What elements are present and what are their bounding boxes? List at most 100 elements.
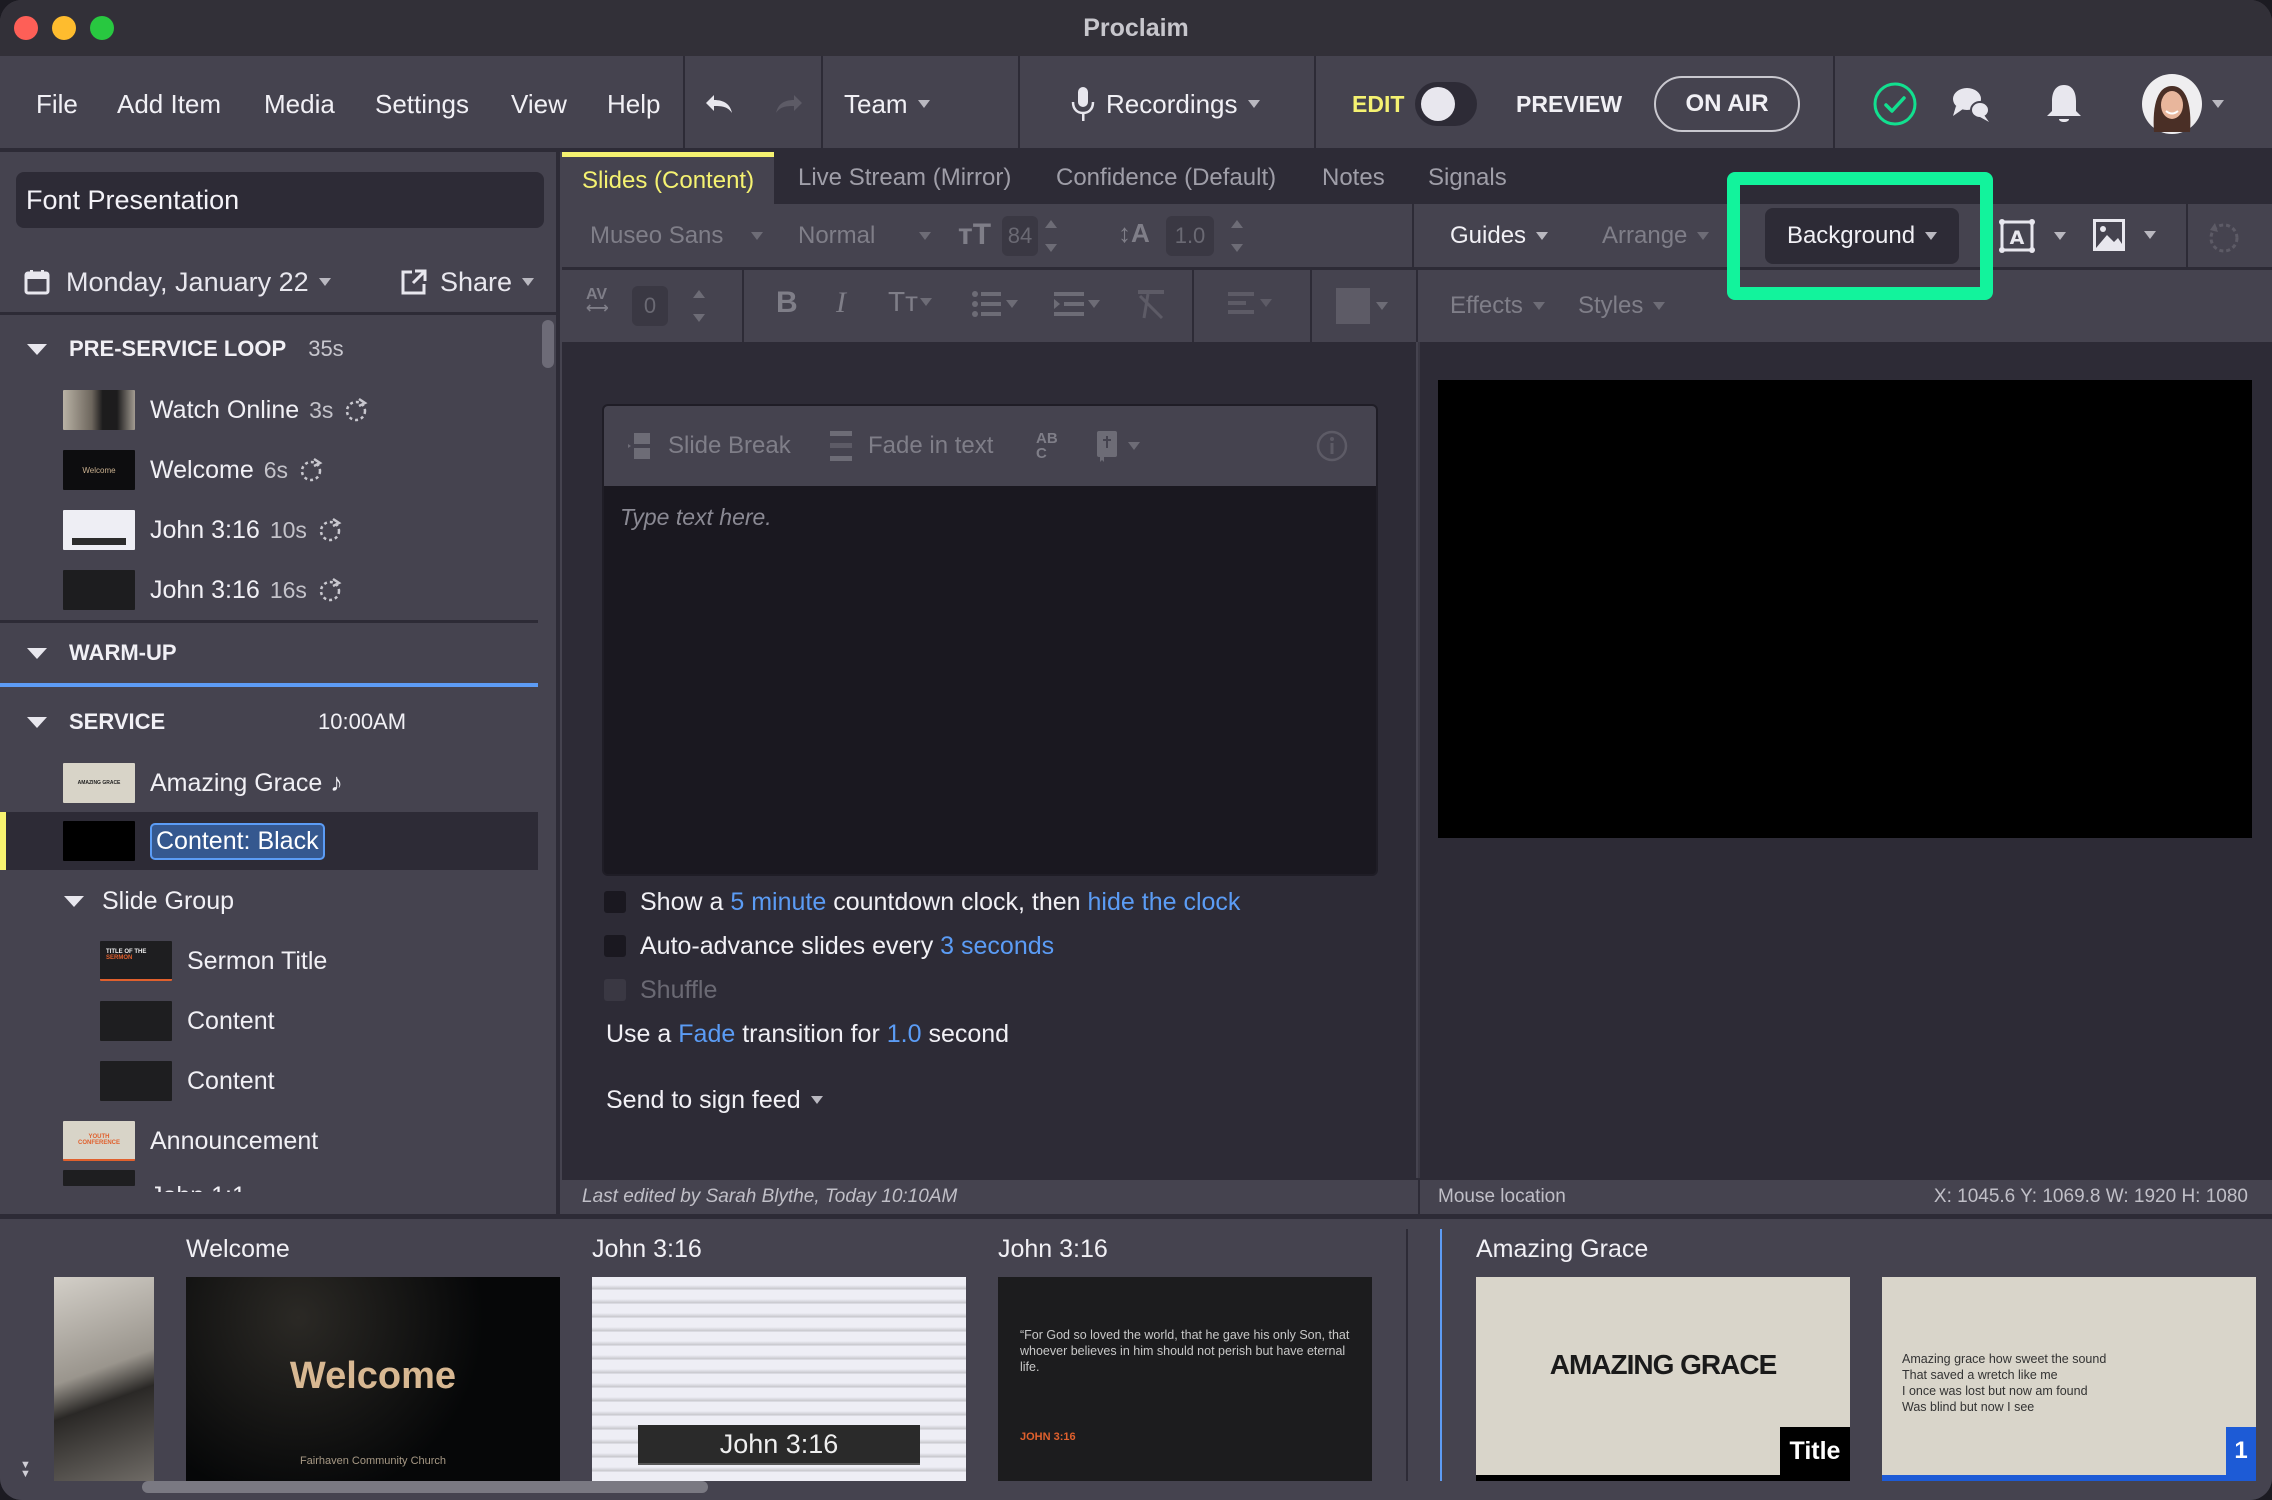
edit-preview-toggle[interactable] — [1415, 82, 1477, 126]
undo-button[interactable] — [702, 56, 736, 152]
tab-slides-content[interactable]: Slides (Content) — [562, 152, 775, 204]
notifications-button[interactable] — [2044, 56, 2084, 152]
close-window-button[interactable] — [14, 16, 38, 40]
list-item[interactable]: Content — [0, 1052, 538, 1110]
chevron-down-icon[interactable] — [2054, 232, 2066, 240]
recordings-dropdown[interactable]: Recordings — [1070, 56, 1260, 152]
menu-help[interactable]: Help — [607, 56, 660, 152]
filmstrip-scrollbar[interactable] — [142, 1481, 708, 1493]
sign-feed-dropdown[interactable]: Send to sign feed — [606, 1080, 823, 1120]
font-size-stepper[interactable] — [1044, 218, 1058, 254]
auto-advance-checkbox[interactable] — [604, 935, 626, 957]
letter-spacing-input[interactable]: 0 — [632, 286, 668, 326]
presentation-title-field[interactable]: Font Presentation — [16, 172, 544, 228]
fade-in-text-button[interactable]: Fade in text — [830, 406, 993, 486]
menu-media[interactable]: Media — [264, 56, 335, 152]
collapse-triangle-icon[interactable] — [27, 647, 47, 659]
spell-check-button[interactable]: AB C — [1036, 406, 1066, 486]
letter-spacing-stepper[interactable] — [692, 288, 706, 324]
on-air-button[interactable]: ON AIR — [1654, 76, 1800, 132]
auto-advance-interval-link[interactable]: 3 seconds — [940, 932, 1054, 961]
date-picker[interactable]: Monday, January 22 — [24, 267, 331, 298]
item-name-input[interactable]: Content: Black — [150, 822, 325, 860]
list-item[interactable]: TITLE OF THE SERMON Sermon Title — [0, 932, 538, 990]
list-item[interactable]: John 1:1 — [0, 1170, 538, 1192]
bold-button[interactable]: B — [776, 286, 798, 320]
chat-button[interactable] — [1950, 56, 1992, 152]
list-item[interactable]: AMAZING GRACE Amazing Grace ♪ — [0, 754, 538, 812]
list-item[interactable]: John 3:16 16s — [0, 561, 538, 619]
font-family-dropdown[interactable]: Museo Sans — [590, 216, 764, 256]
slide-reference: JOHN 3:16 — [1020, 1431, 1076, 1443]
section-service[interactable]: SERVICE 10:00AM — [0, 697, 540, 747]
italic-button[interactable]: I — [836, 286, 846, 320]
countdown-checkbox[interactable] — [604, 891, 626, 913]
slide-text-input[interactable]: Type text here. — [620, 504, 772, 531]
filmstrip-slide[interactable]: “For God so loved the world, that he gav… — [998, 1277, 1372, 1481]
effects-dropdown[interactable]: Effects — [1450, 286, 1545, 326]
menu-add-item[interactable]: Add Item — [117, 56, 221, 152]
bible-button[interactable] — [1096, 406, 1140, 486]
slide-break-button[interactable]: Slide Break — [628, 406, 791, 486]
menu-view[interactable]: View — [511, 56, 567, 152]
slide-group[interactable]: Slide Group — [0, 872, 538, 930]
tab-confidence[interactable]: Confidence (Default) — [1056, 152, 1276, 204]
tab-notes[interactable]: Notes — [1322, 152, 1385, 204]
filmstrip-slide[interactable]: Amazing grace how sweet the sound That s… — [1882, 1277, 2256, 1481]
countdown-action-link[interactable]: hide the clock — [1088, 888, 1241, 917]
filmstrip-slide[interactable] — [54, 1277, 154, 1481]
transition-type-link[interactable]: Fade — [678, 1020, 735, 1049]
list-item[interactable]: John 3:16 10s — [0, 501, 538, 559]
clear-format-button[interactable] — [1136, 288, 1166, 320]
sidebar-scrollbar[interactable] — [542, 320, 554, 368]
section-pre-service-loop[interactable]: PRE-SERVICE LOOP 35s — [0, 324, 540, 374]
line-height-input[interactable]: 1.0 — [1166, 216, 1214, 256]
countdown-duration-link[interactable]: 5 minute — [730, 888, 826, 917]
team-dropdown[interactable]: Team — [844, 56, 930, 152]
slide-thumbnail — [100, 1061, 172, 1101]
reset-button[interactable] — [2206, 220, 2240, 254]
list-item[interactable]: Welcome Welcome 6s — [0, 441, 538, 499]
menu-settings[interactable]: Settings — [375, 56, 469, 152]
filmstrip-slide[interactable]: John 3:16 — [592, 1277, 966, 1481]
font-weight-dropdown[interactable]: Normal — [798, 216, 932, 256]
guides-dropdown[interactable]: Guides — [1450, 216, 1549, 256]
list-item[interactable]: Watch Online 3s — [0, 381, 538, 439]
mouse-coordinates: X: 1045.6 Y: 1069.8 W: 1920 H: 1080 — [1933, 1186, 2248, 1207]
filmstrip-slide[interactable]: Welcome Fairhaven Community Church — [186, 1277, 560, 1481]
styles-dropdown[interactable]: Styles — [1578, 286, 1666, 326]
menu-file[interactable]: File — [36, 56, 78, 152]
info-button[interactable] — [1316, 406, 1348, 486]
shuffle-checkbox[interactable] — [604, 979, 626, 1001]
filmstrip-slide[interactable]: AMAZING GRACE Title — [1476, 1277, 1850, 1481]
list-item[interactable]: YOUTH CONFERENCE Announcement — [0, 1112, 538, 1170]
collapse-triangle-icon[interactable] — [64, 895, 84, 907]
share-button[interactable]: Share — [400, 267, 534, 298]
tab-live-stream[interactable]: Live Stream (Mirror) — [798, 152, 1011, 204]
list-item-selected[interactable]: Content: Black — [0, 812, 538, 870]
indent-button[interactable] — [1054, 290, 1100, 318]
tab-signals[interactable]: Signals — [1428, 152, 1507, 204]
slide-preview-canvas[interactable] — [1438, 380, 2252, 838]
align-button[interactable] — [1228, 290, 1272, 316]
user-menu[interactable] — [2142, 56, 2224, 152]
list-button[interactable] — [972, 290, 1018, 318]
font-size-input[interactable]: 84 — [1002, 216, 1038, 256]
zoom-window-button[interactable] — [90, 16, 114, 40]
arrange-dropdown[interactable]: Arrange — [1602, 216, 1710, 256]
image-button[interactable] — [2092, 218, 2156, 252]
text-case-button[interactable]: Tт — [888, 286, 932, 318]
collapse-triangle-icon[interactable] — [27, 716, 47, 728]
sync-status-button[interactable] — [1872, 56, 1918, 152]
chevron-down-icon[interactable] — [2144, 231, 2156, 239]
minimize-window-button[interactable] — [52, 16, 76, 40]
list-item[interactable]: Content — [0, 992, 538, 1050]
transition-duration-link[interactable]: 1.0 — [887, 1020, 922, 1049]
text-box-button[interactable]: A — [1998, 218, 2066, 254]
text-color-button[interactable] — [1336, 288, 1388, 324]
line-height-stepper[interactable] — [1230, 218, 1244, 254]
section-warm-up[interactable]: WARM-UP — [0, 628, 540, 678]
collapse-triangle-icon[interactable] — [27, 343, 47, 355]
redo-button[interactable] — [772, 56, 806, 152]
collapse-filmstrip-icon[interactable]: ▼ ▼ — [20, 1460, 31, 1480]
